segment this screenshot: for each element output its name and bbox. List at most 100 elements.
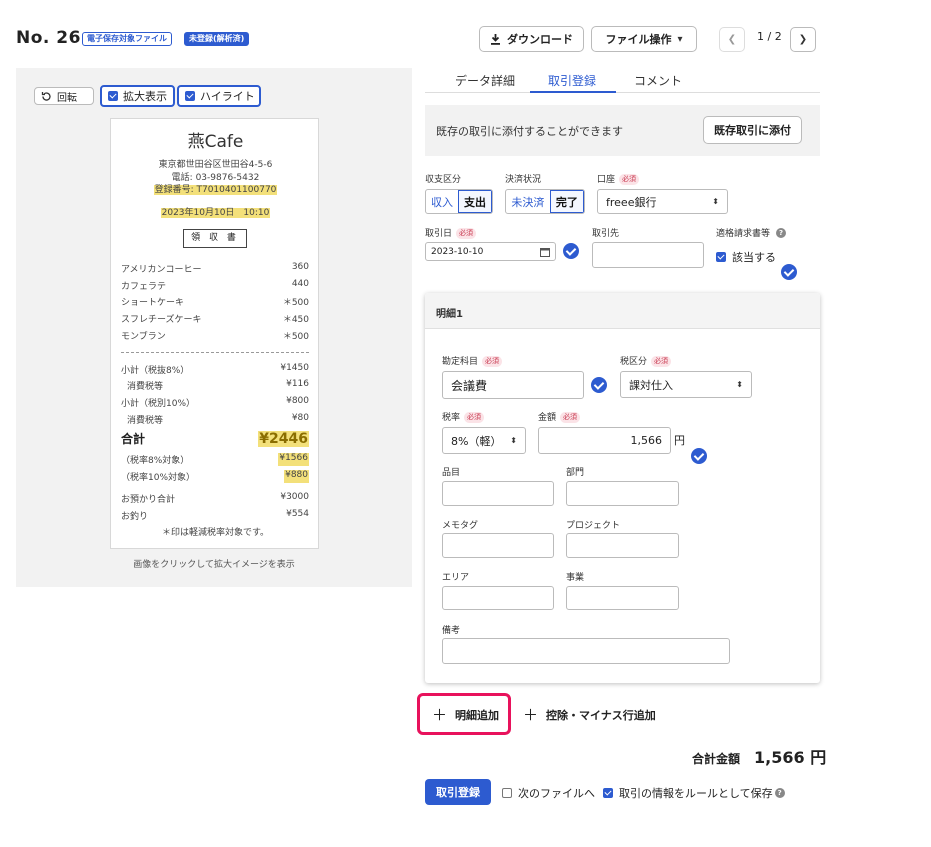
partner-label: 取引先 xyxy=(592,229,620,239)
department-input[interactable] xyxy=(566,481,679,506)
chevron-right-icon: ❯ xyxy=(798,34,808,45)
zoom-checkbox[interactable] xyxy=(108,91,118,101)
business-label: 事業 xyxy=(566,573,585,583)
expense-option[interactable]: 支出 xyxy=(458,190,492,213)
prev-page-button[interactable]: ❮ xyxy=(719,27,745,52)
qualified-invoice-checkbox[interactable]: 該当する xyxy=(716,249,776,265)
save-rule-label: 取引の情報をルールとして保存 xyxy=(619,787,773,800)
detail-card-header xyxy=(425,293,820,329)
chevron-left-icon: ❮ xyxy=(727,34,737,45)
file-operations-button[interactable]: ファイル操作 ▾ xyxy=(591,26,697,52)
detail-card: 明細1 勘定科目 必須 会議費 税区分 必須 課対仕入 ⬍ 税率 必須 8%（軽） ⬍ 金… xyxy=(425,293,820,683)
receipt-item: モンブラン ＊500 xyxy=(121,332,309,342)
total-amount-value: 1,566 円 xyxy=(754,748,827,767)
receipt-target8: （税率8%対象） ¥1566 xyxy=(121,453,309,466)
select-arrows-icon: ⬍ xyxy=(712,197,719,206)
register-transaction-button[interactable]: 取引登録 xyxy=(425,779,491,805)
income-type-label: 収支区分 xyxy=(425,175,462,185)
account-value: freee銀行 xyxy=(606,195,657,209)
attach-existing-button[interactable]: 既存取引に添付 xyxy=(703,116,802,144)
area-label: エリア xyxy=(442,573,470,583)
plus-icon: ＋ xyxy=(432,706,448,724)
tab-comments[interactable]: コメント xyxy=(634,72,682,89)
next-file-option[interactable]: 次のファイルへ xyxy=(502,785,595,801)
item-input[interactable] xyxy=(442,481,554,506)
qualified-invoice-label: 適格請求書等 ? xyxy=(716,226,787,239)
project-input[interactable] xyxy=(566,533,679,558)
attach-notice-text: 既存の取引に添付することができます xyxy=(436,125,623,138)
rotate-button[interactable]: 回転 xyxy=(34,87,94,105)
tax-rate-label: 税率 必須 xyxy=(442,410,485,423)
receipt-item: アメリカンコーヒー 360 xyxy=(121,262,309,275)
account-select[interactable]: freee銀行 ⬍ xyxy=(597,189,728,214)
receipt-item: カフェラテ 440 xyxy=(121,279,309,292)
rotate-icon xyxy=(41,91,51,101)
receipt-image[interactable]: 燕Cafe 東京都世田谷区世田谷4-5-6 電話: 03-9876-5432 登… xyxy=(110,118,319,549)
receipt-item: ショートケーキ ＊500 xyxy=(121,298,309,308)
highlight-checkbox[interactable] xyxy=(185,91,195,101)
yen-unit: 円 xyxy=(674,434,685,447)
project-label: プロジェクト xyxy=(566,521,621,531)
add-line-label: 明細追加 xyxy=(455,708,500,722)
image-caption: 画像をクリックして拡大イメージを表示 xyxy=(133,560,295,570)
income-option[interactable]: 収入 xyxy=(426,190,458,213)
rotate-label: 回転 xyxy=(57,92,77,104)
tab-active-indicator xyxy=(530,91,616,93)
next-file-label: 次のファイルへ xyxy=(518,787,595,800)
help-icon[interactable]: ? xyxy=(776,227,787,238)
plus-icon: ＋ xyxy=(523,706,539,724)
total-amount-label: 合計金額 xyxy=(692,752,741,766)
save-rule-option[interactable]: 取引の情報をルールとして保存 ? xyxy=(603,785,785,801)
receipt-deposit: お預かり合計 ¥3000 xyxy=(121,492,309,505)
download-icon xyxy=(491,33,500,45)
tax-class-select[interactable]: 課対仕入 ⬍ xyxy=(620,371,752,398)
receipt-item: スフレチーズケーキ ＊450 xyxy=(121,315,309,325)
page-indicator: 1 / 2 xyxy=(757,30,782,43)
download-button[interactable]: ダウンロード xyxy=(479,26,584,52)
next-page-button[interactable]: ❯ xyxy=(790,27,816,52)
account-item-input[interactable]: 会議費 xyxy=(442,371,584,399)
receipt-footnote: ＊印は軽減税率対象です。 xyxy=(161,528,270,538)
remarks-input[interactable] xyxy=(442,638,730,664)
unsettled-option[interactable]: 未決済 xyxy=(506,190,550,213)
receipt-address: 東京都世田谷区世田谷4-5-6 xyxy=(158,160,273,170)
highlight-toggle[interactable]: ハイライト xyxy=(177,85,261,107)
item-label: 品目 xyxy=(442,468,461,478)
add-line-button[interactable]: ＋ 明細追加 xyxy=(432,704,499,725)
receipt-shop-name: 燕Cafe xyxy=(187,132,244,152)
detail-card-title: 明細1 xyxy=(436,309,463,320)
tab-transaction-register[interactable]: 取引登録 xyxy=(548,72,596,89)
date-verified-icon xyxy=(563,243,579,259)
tax-rate-select[interactable]: 8%（軽） ⬍ xyxy=(442,427,526,454)
account-label: 口座 必須 xyxy=(597,172,640,185)
area-input[interactable] xyxy=(442,586,554,610)
partner-input[interactable] xyxy=(592,242,704,268)
remarks-label: 備考 xyxy=(442,626,461,636)
receipt-change: お釣り ¥554 xyxy=(121,509,309,522)
business-input[interactable] xyxy=(566,586,679,610)
zoom-label: 拡大表示 xyxy=(123,90,167,103)
tab-data-details[interactable]: データ詳細 xyxy=(455,72,515,89)
memo-tag-label: メモタグ xyxy=(442,521,479,531)
amount-verified-icon xyxy=(691,448,707,464)
receipt-registration: 登録番号: T7010401100770 xyxy=(153,185,278,195)
save-rule-checkbox[interactable] xyxy=(603,788,613,798)
receipt-date: 2023年10月10日 10:10 xyxy=(160,208,271,218)
next-file-checkbox[interactable] xyxy=(502,788,512,798)
settled-option[interactable]: 完了 xyxy=(549,190,584,213)
memo-tag-input[interactable] xyxy=(442,533,554,558)
zoom-toggle[interactable]: 拡大表示 xyxy=(100,85,175,107)
settle-status-label: 決済状況 xyxy=(505,175,542,185)
receipt-subtotal10: 小計（税別10%） ¥800 xyxy=(121,396,309,409)
qualified-check-label: 該当する xyxy=(732,251,776,264)
calendar-icon[interactable] xyxy=(540,247,550,257)
page-title: No. 26 xyxy=(16,28,81,48)
date-input[interactable]: 2023-10-10 xyxy=(425,242,556,261)
electronic-storage-badge: 電子保存対象ファイル xyxy=(82,32,172,46)
highlight-label: ハイライト xyxy=(200,90,255,103)
amount-input[interactable]: 1,566 xyxy=(538,427,671,454)
download-label: ダウンロード xyxy=(507,33,573,46)
qualified-checkbox[interactable] xyxy=(716,252,726,262)
add-deduction-button[interactable]: ＋ 控除・マイナス行追加 xyxy=(523,704,656,725)
help-icon[interactable]: ? xyxy=(774,788,785,798)
